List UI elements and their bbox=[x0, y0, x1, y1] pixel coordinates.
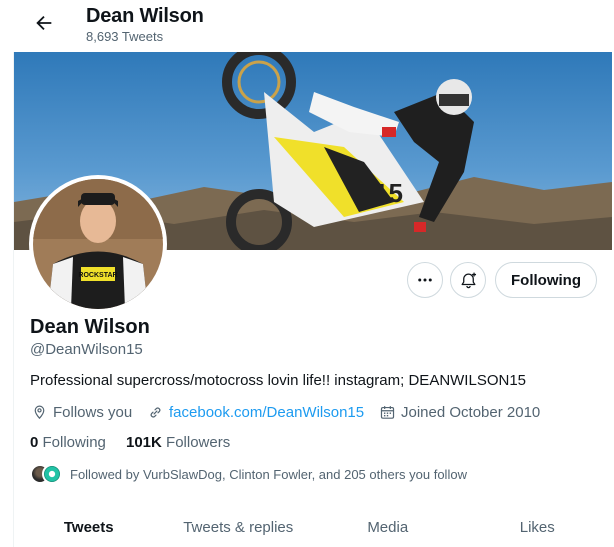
calendar-icon bbox=[380, 405, 395, 419]
profile-name: Dean Wilson bbox=[30, 316, 150, 338]
following-stat[interactable]: 0 Following bbox=[30, 434, 106, 451]
profile-link-item[interactable]: facebook.com/DeanWilson15 bbox=[147, 402, 364, 422]
tab-media[interactable]: Media bbox=[313, 505, 463, 547]
following-label: Following bbox=[42, 434, 106, 451]
followers-label: Followers bbox=[166, 434, 231, 451]
followed-by-link[interactable]: Followed by VurbSlawDog, Clinton Fowler,… bbox=[30, 463, 467, 485]
tab-tweets[interactable]: Tweets bbox=[14, 505, 164, 547]
joined-date-item: Joined October 2010 bbox=[379, 402, 540, 422]
profile-link[interactable]: facebook.com/DeanWilson15 bbox=[169, 404, 364, 421]
follows-you-item: Follows you bbox=[31, 402, 132, 422]
followers-count: 101K bbox=[126, 434, 162, 451]
follows-you-label: Follows you bbox=[53, 403, 133, 421]
location-pin-icon bbox=[34, 405, 45, 419]
following-button[interactable]: Following bbox=[495, 262, 597, 298]
header-name: Dean Wilson bbox=[86, 5, 204, 27]
following-count: 0 bbox=[30, 434, 39, 451]
joined-date: Joined October 2010 bbox=[401, 403, 541, 421]
tab-tweets-replies[interactable]: Tweets & replies bbox=[164, 505, 314, 547]
avatar-image: ROCKSTAR bbox=[33, 179, 163, 309]
bell-plus-icon bbox=[461, 272, 476, 288]
profile-tabs: Tweets Tweets & replies Media Likes bbox=[14, 505, 612, 547]
followers-stat[interactable]: 101K Followers bbox=[126, 434, 230, 451]
more-horizontal-icon bbox=[418, 278, 432, 282]
follower-avatar bbox=[42, 464, 62, 484]
arrow-left-icon bbox=[36, 15, 52, 31]
profile-avatar[interactable]: ROCKSTAR bbox=[29, 175, 167, 313]
profile-handle: @DeanWilson15 bbox=[30, 341, 143, 358]
header-tweet-count: 8,693 Tweets bbox=[86, 29, 164, 44]
profile-bio: Professional supercross/motocross lovin … bbox=[30, 372, 527, 389]
notifications-button[interactable] bbox=[450, 262, 486, 298]
svg-text:15: 15 bbox=[374, 178, 403, 208]
back-button[interactable] bbox=[33, 12, 55, 34]
link-icon bbox=[150, 406, 161, 418]
profile-header-bar: Dean Wilson 8,693 Tweets bbox=[13, 0, 614, 52]
followed-by-text: Followed by VurbSlawDog, Clinton Fowler,… bbox=[70, 466, 467, 482]
tab-likes[interactable]: Likes bbox=[463, 505, 613, 547]
svg-text:ROCKSTAR: ROCKSTAR bbox=[78, 272, 117, 279]
more-options-button[interactable] bbox=[407, 262, 443, 298]
